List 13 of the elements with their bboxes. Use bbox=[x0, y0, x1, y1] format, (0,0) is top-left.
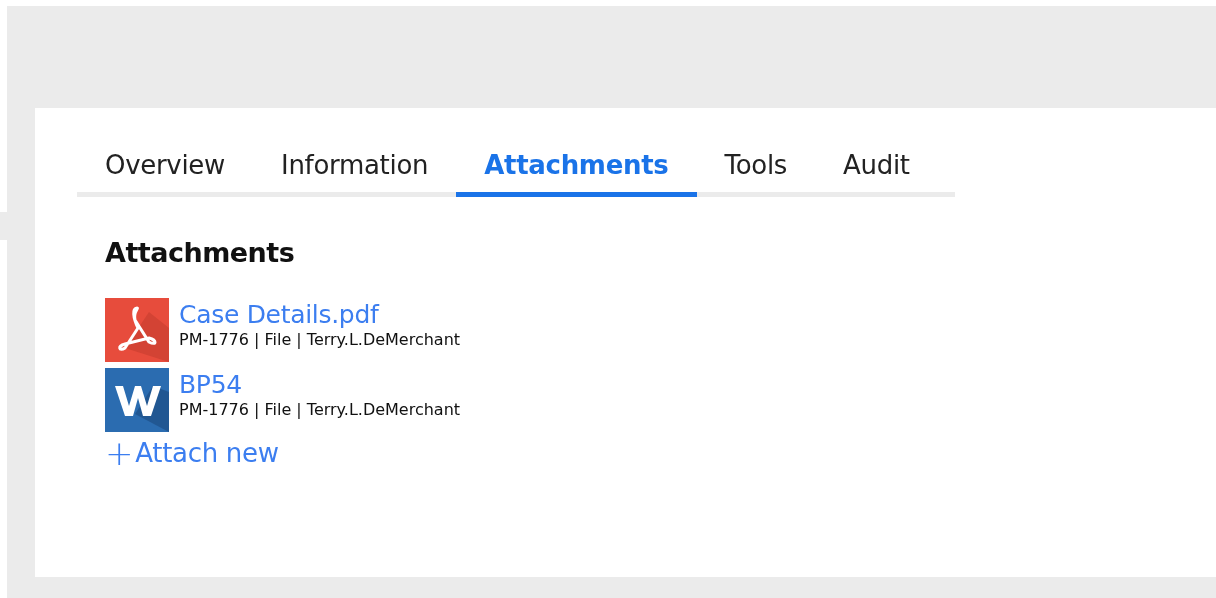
file-link[interactable]: BP54 bbox=[179, 370, 461, 400]
file-link[interactable]: Case Details.pdf bbox=[179, 300, 461, 330]
tab[interactable]: Attachments bbox=[456, 142, 697, 197]
tab[interactable]: Tools bbox=[696, 142, 816, 197]
tab[interactable]: Audit bbox=[815, 142, 938, 197]
word-file-icon bbox=[105, 368, 169, 432]
tab[interactable]: Overview bbox=[77, 142, 253, 197]
section-title: Attachments bbox=[105, 237, 296, 268]
attach-new-link[interactable]: +Attach new bbox=[105, 438, 279, 468]
pdf-file-icon bbox=[105, 298, 169, 362]
tab[interactable]: Information bbox=[253, 142, 457, 197]
file-meta: PM-1776 | File | Terry.L.DeMerchant bbox=[179, 400, 461, 419]
file-meta: PM-1776 | File | Terry.L.DeMerchant bbox=[179, 330, 461, 349]
